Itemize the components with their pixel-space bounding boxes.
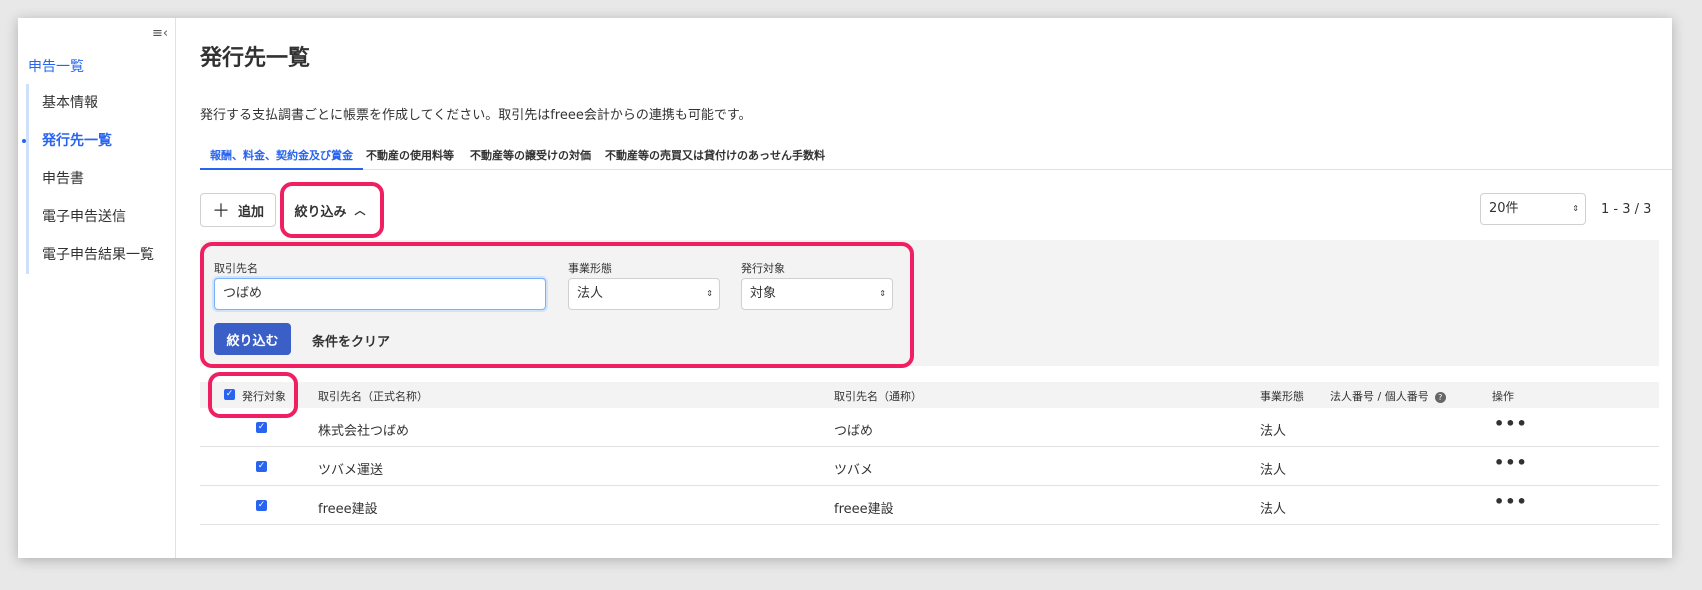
more-actions-icon[interactable]: ••• bbox=[1494, 492, 1528, 511]
sidebar-item-e-filing[interactable]: 電子申告送信 bbox=[29, 198, 168, 236]
per-page-value: 20件 bbox=[1489, 201, 1519, 216]
row-type: 法人 bbox=[1260, 424, 1287, 439]
help-icon[interactable]: ? bbox=[1434, 392, 1446, 403]
sidebar-root-link[interactable]: 申告一覧 bbox=[28, 56, 84, 76]
sidebar-item-e-filing-results[interactable]: 電子申告結果一覧 bbox=[29, 236, 168, 274]
row-target-checkbox[interactable]: ✓ bbox=[256, 422, 267, 433]
table-row: ✓ freee建設 freee建設 法人 ••• bbox=[200, 486, 1659, 525]
page-description: 発行する支払調書ごとに帳票を作成してください。取引先はfreee会計からの連携も… bbox=[200, 108, 752, 123]
header-number-wrap: 法人番号 / 個人番号? bbox=[1330, 388, 1446, 404]
highlight-filter-panel bbox=[200, 242, 914, 368]
row-formal-name[interactable]: 株式会社つばめ bbox=[318, 420, 409, 439]
table-header: ✓ 発行対象 取引先名（正式名称） 取引先名（通称） 事業形態 法人番号 / 個… bbox=[200, 382, 1659, 408]
more-actions-icon[interactable]: ••• bbox=[1494, 414, 1528, 433]
sidebar-list: 基本情報 発行先一覧 申告書 電子申告送信 電子申告結果一覧 bbox=[22, 84, 168, 274]
row-formal-name[interactable]: ツバメ運送 bbox=[318, 459, 383, 478]
tab-fees[interactable]: 報酬、料金、契約金及び賞金 bbox=[200, 148, 363, 170]
row-common-name: freee建設 bbox=[834, 502, 894, 517]
row-type: 法人 bbox=[1260, 502, 1287, 517]
row-formal-name[interactable]: freee建設 bbox=[318, 498, 378, 517]
tab-real-estate-brokerage[interactable]: 不動産等の売買又は貸付けのあっせん手数料 bbox=[605, 148, 825, 170]
page-range: 1 - 3 / 3 bbox=[1601, 202, 1652, 217]
sidebar-item-return[interactable]: 申告書 bbox=[29, 160, 168, 198]
sidebar-item-basic-info[interactable]: 基本情報 bbox=[29, 84, 168, 122]
header-common-name[interactable]: 取引先名（通称） bbox=[834, 388, 922, 404]
add-button-label: 追加 bbox=[237, 204, 264, 220]
tab-bar: 報酬、料金、契約金及び賞金 不動産の使用料等 不動産等の譲受けの対価 不動産等の… bbox=[200, 148, 1672, 170]
sidebar: ≡‹ 申告一覧 基本情報 発行先一覧 申告書 電子申告送信 電子申告結果一覧 bbox=[18, 18, 176, 558]
row-type: 法人 bbox=[1260, 463, 1287, 478]
collapse-sidebar-icon[interactable]: ≡‹ bbox=[152, 26, 168, 41]
row-target-checkbox[interactable]: ✓ bbox=[256, 461, 267, 472]
add-button[interactable]: ＋ 追加 bbox=[200, 193, 276, 227]
per-page-select[interactable]: 20件 ⇕ bbox=[1480, 193, 1586, 225]
header-actions: 操作 bbox=[1492, 390, 1514, 403]
header-formal-name[interactable]: 取引先名（正式名称） bbox=[318, 388, 428, 404]
plus-icon: ＋ bbox=[211, 201, 230, 222]
sidebar-item-recipients[interactable]: 発行先一覧 bbox=[22, 122, 168, 160]
tab-real-estate-rent[interactable]: 不動産の使用料等 bbox=[366, 148, 454, 170]
highlight-filter-toggle bbox=[280, 182, 384, 238]
header-type[interactable]: 事業形態 bbox=[1260, 388, 1304, 404]
row-common-name: ツバメ bbox=[834, 463, 874, 478]
page-title: 発行先一覧 bbox=[200, 46, 311, 71]
header-number: 法人番号 / 個人番号 bbox=[1330, 390, 1429, 403]
table-row: ✓ ツバメ運送 ツバメ 法人 ••• bbox=[200, 447, 1659, 486]
main-content: 発行先一覧 発行する支払調書ごとに帳票を作成してください。取引先はfreee会計… bbox=[176, 18, 1672, 558]
table-row: ✓ 株式会社つばめ つばめ 法人 ••• bbox=[200, 408, 1659, 447]
row-common-name: つばめ bbox=[834, 424, 874, 439]
tab-real-estate-transfer[interactable]: 不動産等の譲受けの対価 bbox=[470, 148, 591, 170]
app-window: ≡‹ 申告一覧 基本情報 発行先一覧 申告書 電子申告送信 電子申告結果一覧 発… bbox=[18, 18, 1672, 558]
select-arrows-icon: ⇕ bbox=[1572, 204, 1579, 213]
more-actions-icon[interactable]: ••• bbox=[1494, 453, 1528, 472]
row-target-checkbox[interactable]: ✓ bbox=[256, 500, 267, 511]
